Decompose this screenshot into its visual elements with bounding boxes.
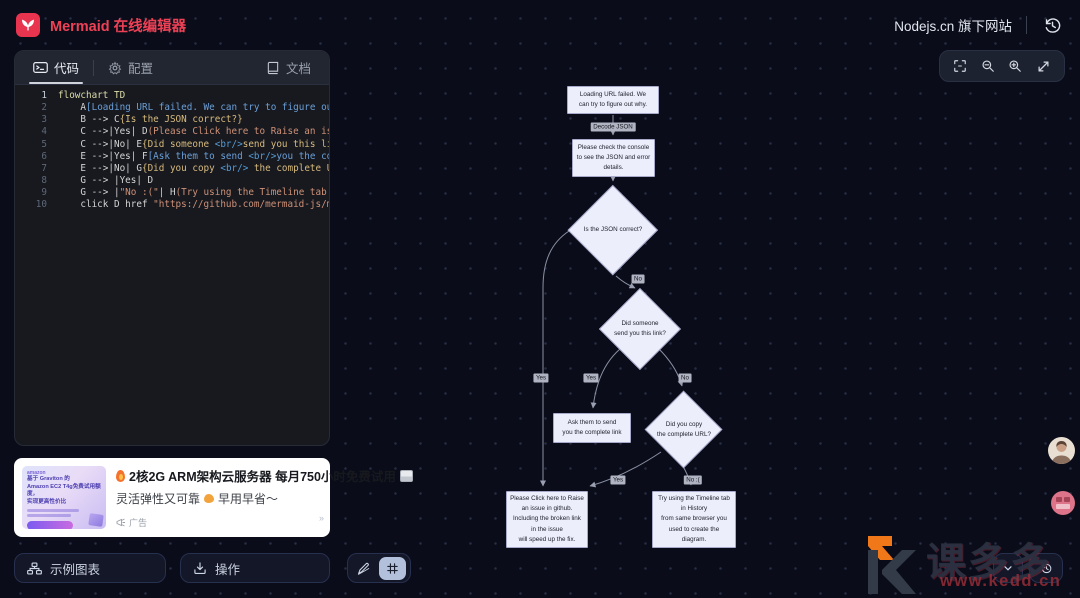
reset-view-button[interactable] — [1029, 553, 1063, 583]
edge-label-yes-e-f: Yes — [583, 374, 598, 383]
ad-image-bullet — [27, 509, 79, 512]
ad-image-line1: 基于 Graviton 的 — [27, 476, 101, 484]
ad-image-line3: 实现更高性价比 — [27, 499, 101, 507]
edge-label-yes-g-d: Yes — [610, 476, 625, 485]
edge-label-decode-json: Decode JSON — [591, 123, 636, 132]
zoom-in-button[interactable] — [1006, 57, 1024, 75]
zoom-out-icon — [981, 59, 995, 73]
actions-label: 操作 — [215, 559, 240, 578]
contact-avatar[interactable] — [1048, 437, 1075, 464]
ad-image: amazon 基于 Graviton 的 Amazon EC2 T4g免费试用额… — [22, 466, 106, 529]
ad-image-decoration — [88, 513, 104, 527]
brand-mark-icon — [1051, 491, 1075, 515]
zoom-in-icon — [1008, 59, 1022, 73]
edge-label-no-g-h: No :( — [684, 476, 702, 485]
edge-label-no-e-g: No — [679, 374, 692, 383]
ad-collapse-chevron[interactable]: » — [319, 513, 324, 523]
qr-avatar[interactable] — [1051, 491, 1075, 515]
ad-subtitle-pre: 灵活弹性又可靠 — [116, 490, 200, 507]
edge-label-no-c-e: No — [632, 275, 645, 284]
ad-card[interactable]: amazon 基于 Graviton 的 Amazon EC2 T4g免费试用额… — [14, 458, 330, 537]
ad-tag-label: 广告 — [129, 516, 147, 529]
flow-node-B: Please check the consoleto see the JSON … — [572, 139, 655, 177]
ad-title-text: 2核2G ARM架构云服务器 每月750小时免费试用 — [129, 466, 396, 485]
flowchart-icon — [27, 562, 42, 575]
chevron-down-icon — [1002, 562, 1014, 574]
ad-subtitle-post: 早用早省～ — [218, 490, 278, 507]
person-photo-icon — [1048, 437, 1075, 464]
actions-button[interactable]: 操作 — [180, 553, 330, 583]
flow-node-H: Try using the Timeline tabin Historyfrom… — [652, 491, 736, 548]
edit-mode-button[interactable] — [348, 554, 379, 582]
ad-title: 2核2G ARM架构云服务器 每月750小时免费试用 — [116, 466, 322, 485]
grid-icon — [386, 562, 399, 575]
ad-body: 2核2G ARM架构云服务器 每月750小时免费试用 灵活弹性又可靠 早用早省～… — [106, 466, 322, 529]
collapse-panel-button[interactable] — [993, 553, 1023, 583]
flow-node-C: Is the JSON correct? — [568, 185, 658, 275]
zoom-out-button[interactable] — [979, 57, 997, 75]
examples-label: 示例图表 — [50, 559, 100, 578]
mode-toggle — [347, 553, 411, 583]
ad-image-bullet — [27, 514, 71, 517]
examples-button[interactable]: 示例图表 — [14, 553, 166, 583]
flow-node-F: Ask them to sendyou the complete link — [553, 413, 631, 443]
ad-subtitle: 灵活弹性又可靠 早用早省～ — [116, 490, 322, 507]
fullscreen-button[interactable] — [951, 57, 969, 75]
flow-node-D[interactable]: Please Click here to Raisean issue in gi… — [506, 491, 588, 548]
flow-node-A: Loading URL failed. Wecan try to figure … — [567, 86, 659, 114]
ad-image-line2: Amazon EC2 T4g免费试用额度， — [27, 484, 101, 499]
history-small-icon — [1040, 562, 1053, 575]
megaphone-icon — [116, 518, 126, 527]
expand-icon — [1036, 59, 1051, 74]
fullscreen-icon — [953, 59, 967, 73]
download-icon — [193, 561, 207, 575]
muscle-emoji-icon — [204, 494, 214, 503]
flow-node-G: Did you copythe complete URL? — [645, 391, 723, 469]
fire-emoji-icon — [116, 470, 125, 482]
grid-mode-button[interactable] — [379, 557, 406, 580]
ad-image-button — [27, 521, 73, 529]
app: { "header": { "title": "Mermaid 在线编辑器", … — [0, 0, 1080, 598]
expand-button[interactable] — [1034, 57, 1053, 76]
ad-badge-icon — [400, 470, 413, 482]
edge-label-yes-c-d: Yes — [533, 374, 548, 383]
ad-tag: 广告 — [116, 516, 322, 529]
pencil-icon — [357, 562, 370, 575]
diagram-toolbar — [939, 50, 1065, 82]
flow-node-E: Did someonesend you this link? — [599, 288, 681, 370]
